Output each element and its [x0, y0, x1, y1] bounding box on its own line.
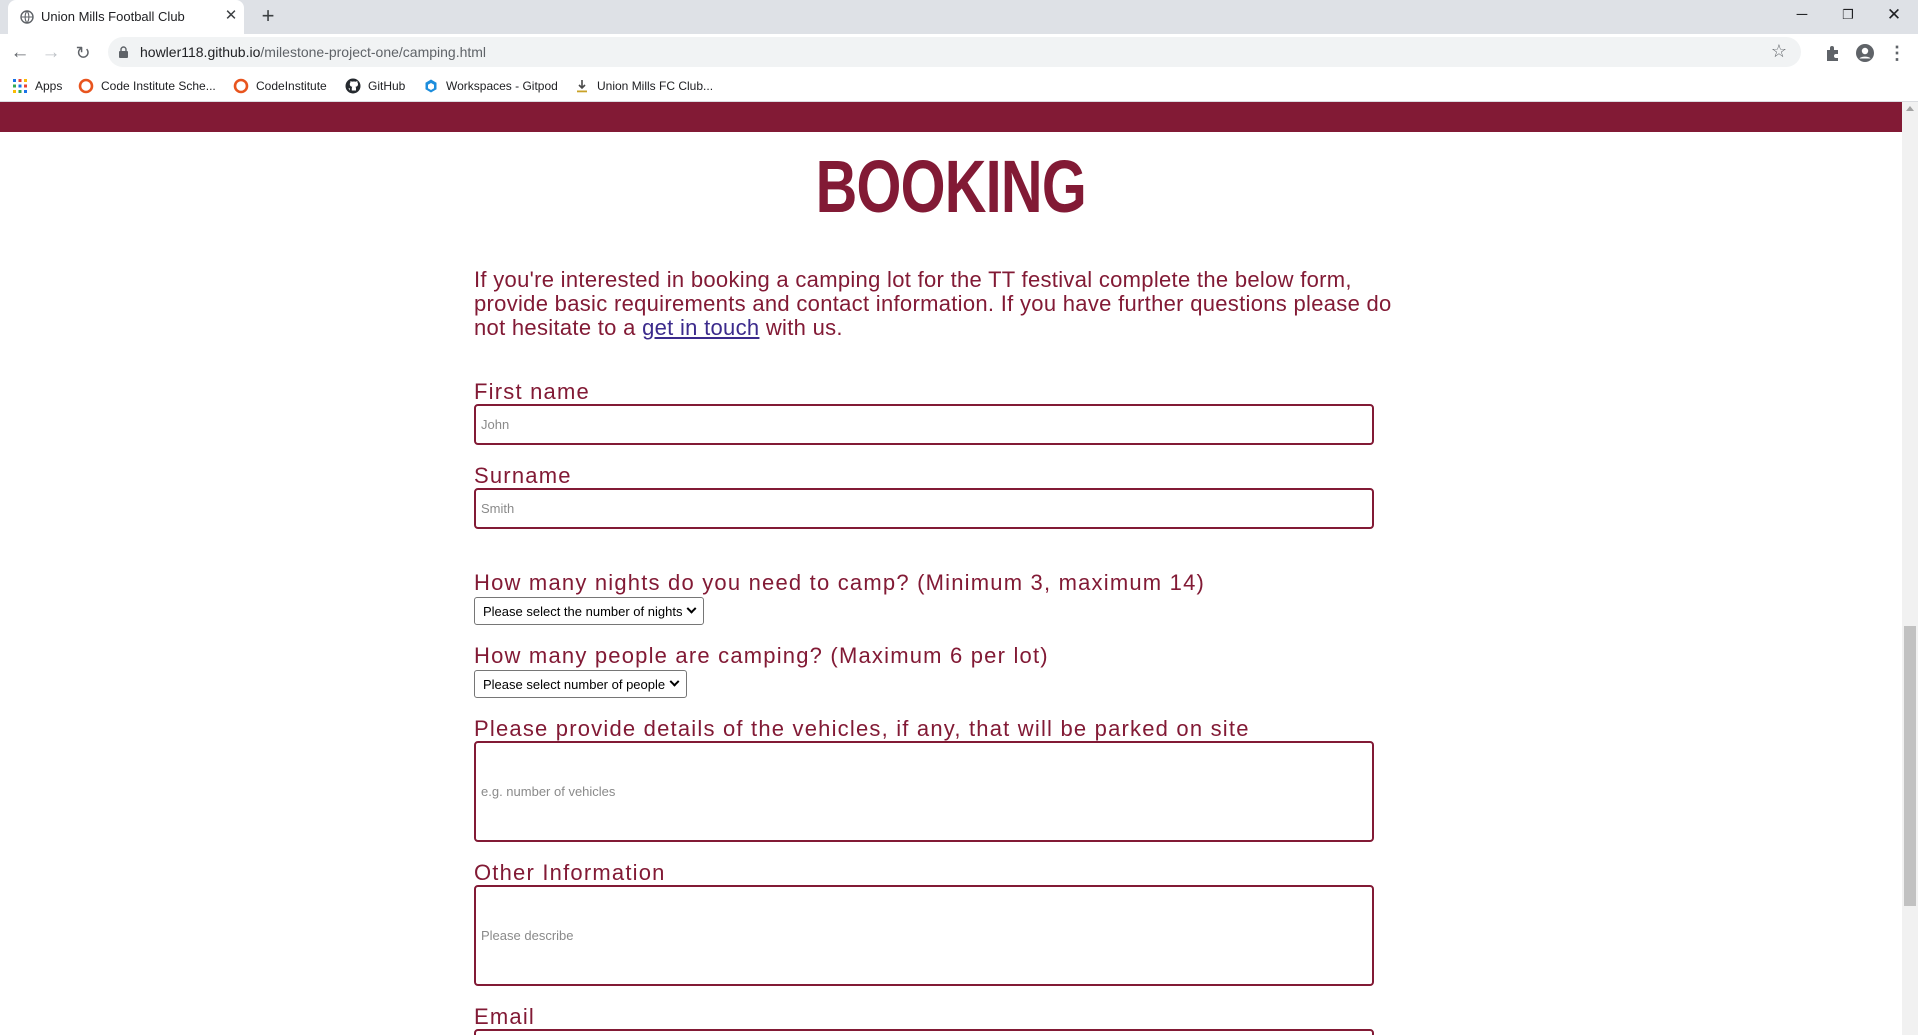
- bookmark-github[interactable]: GitHub: [345, 76, 405, 96]
- code-institute-icon: [233, 78, 249, 94]
- close-window-icon[interactable]: ✕: [1879, 3, 1909, 27]
- bookmark-label: Union Mills FC Club...: [597, 79, 714, 93]
- people-select-value: Please select number of people: [483, 676, 666, 692]
- gitpod-icon: [425, 79, 437, 93]
- address-bar[interactable]: howler118.github.io/milestone-project-on…: [108, 37, 1801, 67]
- first-name-label: First name: [474, 379, 590, 404]
- bookmark-label: GitHub: [368, 79, 406, 93]
- page-scrollbar[interactable]: [1902, 102, 1918, 1035]
- vehicles-field[interactable]: [474, 741, 1374, 842]
- bookmark-codeinstitute[interactable]: CodeInstitute: [233, 76, 327, 96]
- new-tab-icon[interactable]: +: [256, 5, 280, 27]
- extensions-icon[interactable]: [1822, 42, 1844, 64]
- minimize-icon[interactable]: ─: [1787, 3, 1817, 27]
- tab-title: Union Mills Football Club: [41, 9, 185, 24]
- url-text: howler118.github.io/milestone-project-on…: [140, 44, 487, 60]
- bookmark-gitpod[interactable]: Workspaces - Gitpod: [423, 76, 558, 96]
- browser-tab[interactable]: Union Mills Football Club ✕: [8, 0, 244, 34]
- github-icon: [345, 78, 361, 94]
- surname-label: Surname: [474, 463, 572, 488]
- close-tab-icon[interactable]: ✕: [222, 7, 240, 25]
- bookmark-code-institute-schedule[interactable]: Code Institute Sche...: [78, 76, 216, 96]
- bookmark-label: Apps: [35, 79, 63, 93]
- other-information-field[interactable]: [474, 885, 1374, 986]
- people-select[interactable]: Please select number of people: [474, 670, 688, 698]
- intro-paragraph: If you're interested in booking a campin…: [474, 267, 1392, 340]
- back-icon[interactable]: ←: [7, 40, 33, 66]
- other-information-label: Other Information: [474, 860, 666, 885]
- bookmark-star-icon[interactable]: ☆: [1771, 41, 1787, 62]
- people-label: How many people are camping? (Maximum 6 …: [474, 643, 1049, 668]
- nights-select[interactable]: Please select the number of nights: [474, 597, 705, 625]
- code-institute-icon: [78, 78, 94, 94]
- restore-icon[interactable]: ❐: [1833, 3, 1863, 27]
- get-in-touch-link[interactable]: get in touch: [642, 315, 759, 340]
- surname-field[interactable]: [474, 488, 1374, 529]
- scroll-up-arrow-icon[interactable]: [1906, 106, 1914, 111]
- email-label: Email: [474, 1004, 536, 1029]
- chevron-down-icon: [687, 603, 697, 614]
- menu-kebab-icon[interactable]: ⋮: [1884, 40, 1910, 66]
- nights-label: How many nights do you need to camp? (Mi…: [474, 570, 1206, 595]
- vehicles-label: Please provide details of the vehicles, …: [474, 716, 1250, 741]
- scrollbar-thumb[interactable]: [1904, 626, 1916, 906]
- browser-toolbar: ← → ↻ howler118.github.io/milestone-proj…: [0, 34, 1918, 71]
- bookmarks-bar: Apps Code Institute Sche... CodeInstitut…: [0, 71, 1918, 102]
- bookmark-label: CodeInstitute: [256, 79, 327, 93]
- page-viewport: BOOKING If you're interested in booking …: [0, 102, 1902, 1035]
- email-field[interactable]: [474, 1029, 1374, 1035]
- download-icon: [577, 80, 587, 93]
- globe-icon: [20, 10, 34, 24]
- nights-select-value: Please select the number of nights: [483, 603, 683, 619]
- bookmark-apps[interactable]: Apps: [12, 76, 62, 96]
- profile-icon[interactable]: [1854, 42, 1876, 64]
- page-title: BOOKING: [815, 145, 1087, 228]
- chevron-down-icon: [669, 676, 680, 687]
- bookmark-union-mills[interactable]: Union Mills FC Club...: [574, 76, 713, 96]
- lock-icon: [119, 46, 128, 58]
- site-header-bar: [0, 102, 1902, 132]
- bookmark-label: Workspaces - Gitpod: [446, 79, 558, 93]
- tab-strip: Union Mills Football Club ✕ + ─ ❐ ✕: [0, 0, 1918, 34]
- first-name-field[interactable]: [474, 404, 1374, 445]
- reload-icon[interactable]: ↻: [70, 40, 96, 66]
- forward-icon[interactable]: →: [38, 40, 64, 66]
- bookmark-label: Code Institute Sche...: [101, 79, 216, 93]
- apps-grid-icon: [13, 79, 27, 93]
